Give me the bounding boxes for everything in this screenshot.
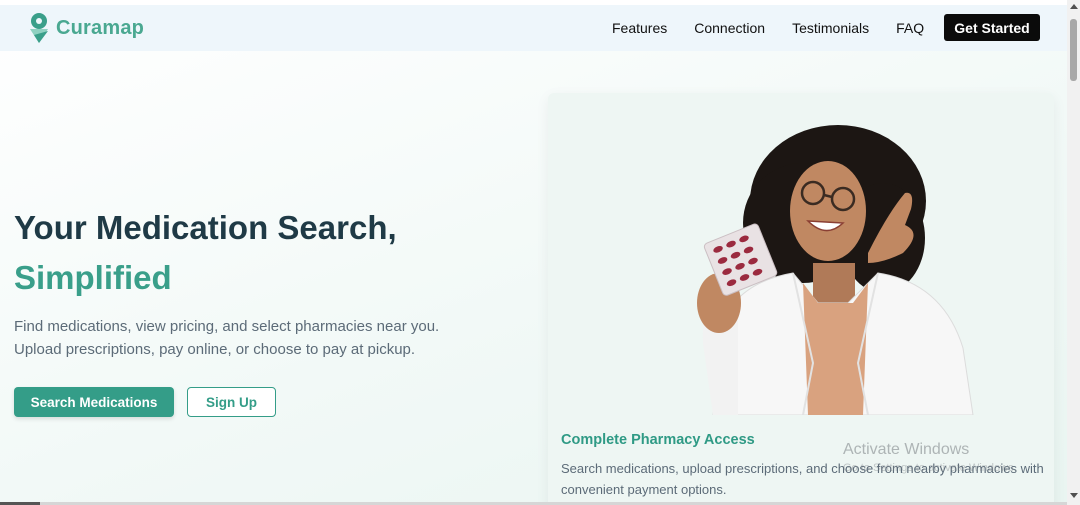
scroll-down-arrow-icon[interactable]	[1070, 493, 1078, 498]
nav-link-testimonials[interactable]: Testimonials	[792, 20, 869, 36]
nav-links: Features Connection Testimonials FAQ	[612, 5, 924, 51]
scroll-up-arrow-icon[interactable]	[1070, 4, 1078, 9]
hero-title-line1: Your Medication Search,	[14, 209, 397, 246]
nav-link-features[interactable]: Features	[612, 20, 667, 36]
nav-link-connection[interactable]: Connection	[694, 20, 765, 36]
nav-link-faq[interactable]: FAQ	[896, 20, 924, 36]
activate-windows-watermark: Activate Windows	[843, 441, 970, 458]
navbar: Curamap Features Connection Testimonials…	[0, 5, 1067, 51]
card-title: Complete Pharmacy Access	[561, 432, 755, 448]
get-started-button[interactable]: Get Started	[944, 14, 1040, 41]
pharmacist-photo	[643, 113, 983, 416]
hero-title: Your Medication Search, Simplified	[14, 203, 397, 303]
vertical-scrollbar[interactable]	[1067, 0, 1080, 505]
logo-text: Curamap	[56, 16, 145, 39]
sign-up-button[interactable]: Sign Up	[187, 387, 276, 417]
hero-title-accent: Simplified	[14, 259, 172, 296]
search-medications-button[interactable]: Search Medications	[14, 387, 174, 417]
page-viewport: Curamap Features Connection Testimonials…	[0, 0, 1067, 505]
scroll-thumb[interactable]	[1070, 19, 1077, 81]
hero-subtitle: Find medications, view pricing, and sele…	[14, 318, 440, 358]
logo[interactable]: Curamap	[26, 10, 144, 46]
feature-card: Complete Pharmacy Access Search medicati…	[548, 93, 1054, 505]
activate-windows-subtext: Go to Settings to activate Windows.	[843, 462, 1017, 474]
map-pin-heart-icon	[26, 10, 52, 46]
